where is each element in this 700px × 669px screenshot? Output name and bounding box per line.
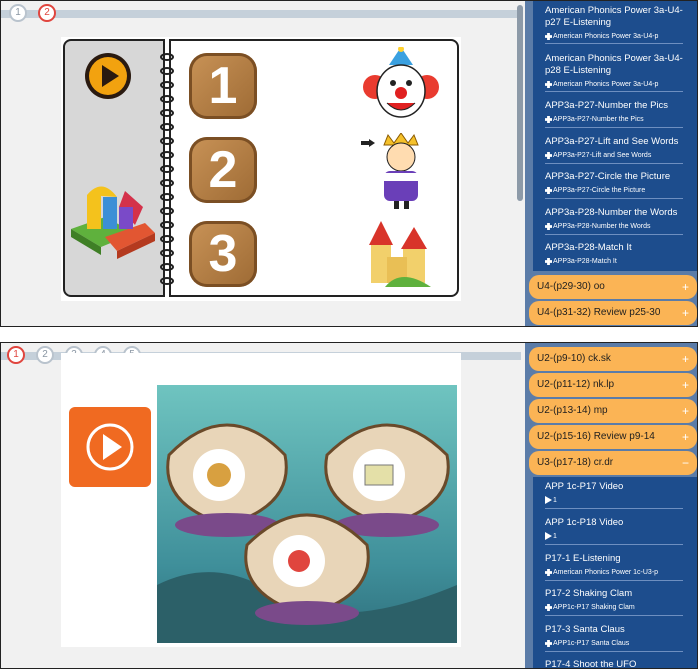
step-progress-bar: 1 2 bbox=[1, 1, 521, 27]
item-title: APP3a-P27-Lift and See Words bbox=[545, 136, 679, 147]
unit-label: U4-(p31-32) Review p25-30 bbox=[537, 307, 661, 318]
item-title: APP3a-P27-Number the Pics bbox=[545, 100, 669, 111]
lesson-list: APP 1c-P17 Video 1 APP 1c-P18 Video 1 P1… bbox=[533, 477, 697, 669]
king-picture[interactable] bbox=[366, 133, 436, 209]
play-button[interactable] bbox=[69, 407, 151, 487]
expand-icon[interactable]: + bbox=[682, 399, 689, 423]
unit-item[interactable]: U2-(p11-12) nk.lp + bbox=[529, 373, 697, 397]
scrollbar[interactable] bbox=[517, 5, 523, 201]
item-resource[interactable]: APP3a-P27-Lift and See Words bbox=[545, 151, 683, 161]
clown-picture[interactable] bbox=[361, 47, 441, 127]
item-resource[interactable]: APP3a-P28-Match It bbox=[545, 257, 683, 267]
play-icon bbox=[86, 423, 134, 471]
item-resource[interactable]: APP1c-P17 Santa Claus bbox=[545, 639, 683, 649]
unit-label: U2-(p13-14) mp bbox=[537, 405, 608, 416]
step-1-button[interactable]: 1 bbox=[7, 346, 25, 364]
unit-label: U2-(p15-16) Review p9-14 bbox=[537, 431, 655, 442]
number-tile-3[interactable]: 3 bbox=[189, 221, 257, 287]
number-tile-2[interactable]: 2 bbox=[189, 137, 257, 203]
number-tile-1[interactable]: 1 bbox=[189, 53, 257, 119]
activity-stage: 1 2 3 bbox=[61, 37, 461, 301]
list-item[interactable]: American Phonics Power 3a-U4-p27 E-Liste… bbox=[545, 5, 683, 44]
item-resource[interactable]: APP3a-P27-Circle the Picture bbox=[545, 186, 683, 196]
play-icon[interactable] bbox=[83, 51, 133, 101]
step-2-button[interactable]: 2 bbox=[38, 4, 56, 22]
toy-blocks-illustration bbox=[71, 186, 155, 259]
unit-label: U4-(p29-30) oo bbox=[537, 281, 605, 292]
list-item[interactable]: APP3a-P27-Circle the Picture APP3a-P27-C… bbox=[545, 171, 683, 199]
item-title: APP 1c-P18 Video bbox=[545, 517, 624, 528]
item-title: P17-2 Shaking Clam bbox=[545, 588, 633, 599]
unit-item[interactable]: U2-(p13-14) mp + bbox=[529, 399, 697, 423]
item-resource[interactable]: American Phonics Power 3a-U4-p bbox=[545, 32, 683, 42]
item-resource[interactable]: APP3a-P27-Number the Pics bbox=[545, 115, 683, 125]
list-item[interactable]: P17-3 Santa Claus APP1c-P17 Santa Claus bbox=[545, 624, 683, 652]
step-1-button[interactable]: 1 bbox=[9, 4, 27, 22]
activity-panel-1: 1 2 1 2 3 American Phonics Power 3a-U4-p… bbox=[0, 0, 698, 327]
list-item[interactable]: APP3a-P27-Number the Pics APP3a-P27-Numb… bbox=[545, 100, 683, 128]
sidebar: U2-(p9-10) ck.sk + U2-(p11-12) nk.lp + U… bbox=[525, 343, 697, 668]
list-item[interactable]: P17-1 E-Listening American Phonics Power… bbox=[545, 553, 683, 581]
unit-item[interactable]: U2-(p15-16) Review p9-14 + bbox=[529, 425, 697, 449]
unit-item[interactable]: U4-(p29-30) oo + bbox=[529, 275, 697, 299]
clam-2 bbox=[324, 423, 450, 537]
collapse-icon[interactable]: − bbox=[682, 451, 689, 475]
item-resource[interactable]: American Phonics Power 1c-U3-p bbox=[545, 568, 683, 578]
video-resource[interactable]: 1 bbox=[545, 496, 683, 506]
sidebar: American Phonics Power 3a-U4-p27 E-Liste… bbox=[525, 1, 697, 326]
item-resource[interactable]: APP1c-P17 Shaking Clam bbox=[545, 603, 683, 613]
unit-label: U2-(p11-12) nk.lp bbox=[537, 379, 615, 390]
item-title: P17-4 Shoot the UFO bbox=[545, 659, 637, 669]
list-item[interactable]: APP3a-P27-Lift and See Words APP3a-P27-L… bbox=[545, 136, 683, 164]
expand-icon[interactable]: + bbox=[682, 347, 689, 371]
underwater-scene bbox=[157, 385, 457, 643]
item-title: American Phonics Power 3a-U4-p27 E-Liste… bbox=[545, 5, 683, 28]
arrow-icon bbox=[361, 139, 375, 147]
list-item[interactable]: American Phonics Power 3a-U4-p28 E-Liste… bbox=[545, 53, 683, 92]
item-title: APP3a-P28-Match It bbox=[545, 242, 632, 253]
item-resource[interactable]: American Phonics Power 3a-U4-p bbox=[545, 80, 683, 90]
expand-icon[interactable]: + bbox=[682, 275, 689, 299]
castle-picture[interactable] bbox=[365, 217, 437, 289]
list-item[interactable]: APP 1c-P18 Video 1 bbox=[545, 517, 683, 545]
unit-label: U3-(p17-18) cr.dr bbox=[537, 457, 614, 468]
item-title: APP3a-P28-Number the Words bbox=[545, 207, 678, 218]
clam-3 bbox=[244, 513, 370, 625]
video-resource[interactable]: 1 bbox=[545, 532, 683, 542]
item-title: American Phonics Power 3a-U4-p28 E-Liste… bbox=[545, 53, 683, 76]
item-title: APP3a-P27-Circle the Picture bbox=[545, 171, 671, 182]
list-item[interactable]: P17-2 Shaking Clam APP1c-P17 Shaking Cla… bbox=[545, 588, 683, 616]
list-item[interactable]: APP3a-P28-Match It APP3a-P28-Match It bbox=[545, 242, 683, 269]
unit-item[interactable]: U2-(p9-10) ck.sk + bbox=[529, 347, 697, 371]
activity-panel-2: 1 2 3 4 5 bbox=[0, 342, 698, 669]
spiral-binding bbox=[160, 53, 174, 285]
expand-icon[interactable]: + bbox=[682, 373, 689, 397]
item-title: APP 1c-P17 Video bbox=[545, 481, 624, 492]
unit-item-expanded[interactable]: U3-(p17-18) cr.dr − bbox=[529, 451, 697, 475]
expand-icon[interactable]: + bbox=[682, 425, 689, 449]
clam-1 bbox=[166, 423, 288, 537]
item-title: P17-1 E-Listening bbox=[545, 553, 621, 564]
item-resource[interactable]: APP3a-P28-Number the Words bbox=[545, 222, 683, 232]
item-title: P17-3 Santa Claus bbox=[545, 624, 625, 635]
unit-label: U2-(p9-10) ck.sk bbox=[537, 353, 611, 364]
activity-stage bbox=[61, 353, 461, 647]
list-item[interactable]: P17-4 Shoot the UFO bbox=[545, 659, 683, 669]
unit-item[interactable]: U4-(p31-32) Review p25-30 + bbox=[529, 301, 697, 325]
progress-track bbox=[1, 10, 521, 18]
lesson-list: American Phonics Power 3a-U4-p27 E-Liste… bbox=[533, 1, 697, 271]
clam-game-canvas bbox=[157, 423, 457, 643]
step-2-button[interactable]: 2 bbox=[36, 346, 54, 364]
list-item[interactable]: APP3a-P28-Number the Words APP3a-P28-Num… bbox=[545, 207, 683, 235]
expand-icon[interactable]: + bbox=[682, 301, 689, 325]
list-item[interactable]: APP 1c-P17 Video 1 bbox=[545, 481, 683, 509]
